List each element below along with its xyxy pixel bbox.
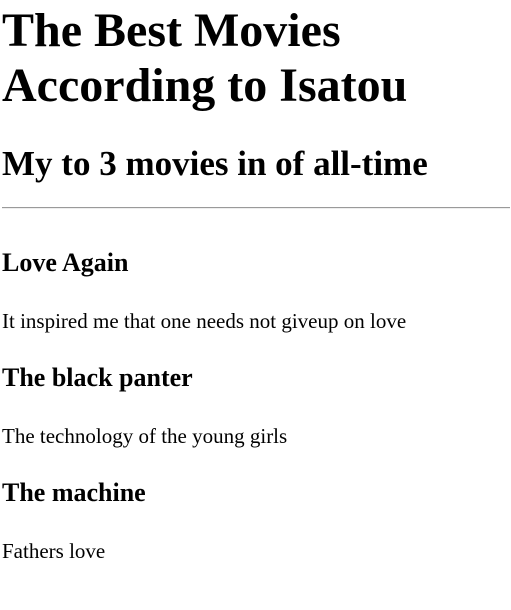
movie-title: The black panter bbox=[2, 363, 193, 392]
divider bbox=[2, 207, 510, 209]
page-subtitle: My to 3 movies in of all-time bbox=[2, 144, 428, 183]
page: The Best Movies According to Isatou My t… bbox=[0, 0, 511, 610]
movie-title: Love Again bbox=[2, 248, 129, 277]
movie-description: The technology of the young girls bbox=[2, 424, 288, 448]
page-title: The Best Movies According to Isatou bbox=[2, 4, 408, 112]
movie-description: It inspired me that one needs not giveup… bbox=[2, 309, 407, 333]
movie-description: Fathers love bbox=[2, 539, 106, 563]
movie-title: The machine bbox=[2, 478, 146, 507]
